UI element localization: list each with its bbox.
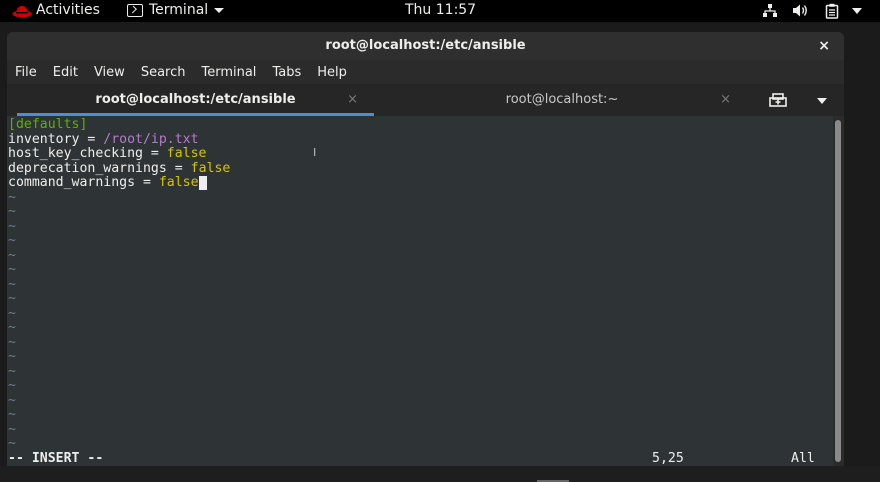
scrollbar[interactable]	[833, 116, 844, 466]
empty-line-marker: ~	[8, 204, 16, 219]
menu-view[interactable]: View	[94, 65, 125, 80]
empty-line-marker: ~	[8, 247, 16, 263]
bottom-panel	[0, 466, 880, 482]
tab-label: root@localhost:~	[505, 92, 619, 107]
empty-line-marker: ~	[8, 291, 16, 306]
menu-bar: File Edit View Search Terminal Tabs Help	[7, 60, 844, 84]
text-cursor-pointer-icon: I	[313, 146, 317, 159]
editor-token: deprecation_warnings =	[8, 160, 191, 176]
clock[interactable]: Thu 11:57	[405, 2, 476, 18]
empty-line-marker: ~	[8, 320, 16, 335]
terminal-window: root@localhost:/etc/ansible × File Edit …	[7, 32, 844, 466]
text-cursor	[198, 176, 207, 190]
editor-token: host_key_checking =	[8, 146, 167, 161]
close-icon[interactable]: ×	[818, 32, 830, 60]
cursor-position: 5,25	[652, 451, 684, 466]
terminal-content[interactable]: I -- INSERT -- 5,25 All [defaults] invent…	[7, 116, 833, 466]
editor-token: /root/ip.txt	[103, 131, 199, 147]
menu-search[interactable]: Search	[141, 65, 186, 80]
editor-token: command_warnings =	[8, 175, 159, 190]
activities-button[interactable]: Activities	[36, 2, 100, 18]
new-tab-icon[interactable]	[769, 93, 787, 107]
tab-root-home[interactable]: root@localhost:~ ×	[377, 84, 747, 116]
network-icon[interactable]	[762, 3, 778, 18]
menu-edit[interactable]: Edit	[53, 65, 78, 80]
editor-token: [defaults]	[8, 117, 88, 132]
menu-file[interactable]: File	[15, 65, 37, 80]
vim-mode-indicator: -- INSERT --	[8, 451, 104, 466]
chevron-down-icon	[214, 7, 225, 13]
editor-line: host_key_checking = false	[8, 146, 207, 162]
empty-line-marker: ~	[8, 334, 16, 350]
window-titlebar[interactable]: root@localhost:/etc/ansible ×	[7, 32, 844, 60]
clipboard-icon[interactable]	[825, 3, 839, 19]
menu-terminal[interactable]: Terminal	[201, 65, 256, 80]
empty-line-marker: ~	[8, 421, 16, 437]
power-menu-icon[interactable]	[852, 8, 862, 14]
editor-token: false	[190, 160, 231, 176]
tab-label: root@localhost:/etc/ansible	[95, 92, 296, 107]
gnome-top-bar: Activities Terminal Thu 11:57	[0, 0, 880, 22]
empty-line-marker: ~	[8, 363, 16, 379]
app-name-label: Terminal	[149, 2, 209, 18]
empty-line-marker: ~	[8, 407, 16, 422]
tab-close-icon[interactable]: ×	[720, 84, 731, 116]
menu-help[interactable]: Help	[317, 65, 347, 80]
empty-line-marker: ~	[8, 276, 16, 292]
redhat-logo-icon[interactable]	[12, 4, 32, 18]
empty-line-marker: ~	[8, 392, 16, 408]
menu-tabs[interactable]: Tabs	[272, 65, 301, 80]
editor-line: [defaults]	[8, 117, 88, 133]
empty-line-marker: ~	[8, 349, 16, 364]
tab-etc-ansible[interactable]: root@localhost:/etc/ansible ×	[17, 84, 374, 116]
editor-line: inventory = /root/ip.txt	[8, 131, 199, 148]
editor-token: inventory =	[8, 131, 104, 147]
empty-line-marker: ~	[8, 305, 16, 321]
empty-line-marker: ~	[8, 262, 16, 277]
tab-bar: root@localhost:/etc/ansible × root@local…	[7, 84, 844, 117]
empty-line-marker: ~	[8, 378, 16, 393]
empty-line-marker: ~	[8, 189, 16, 205]
window-title: root@localhost:/etc/ansible	[325, 38, 526, 53]
editor-line: deprecation_warnings = false	[8, 160, 231, 177]
file-scope-indicator: All	[791, 451, 815, 466]
empty-line-marker: ~	[8, 218, 16, 234]
volume-icon[interactable]	[792, 3, 810, 18]
empty-line-marker: ~	[8, 233, 16, 248]
terminal-app-menu[interactable]: Terminal	[127, 2, 225, 18]
editor-token: false	[166, 146, 207, 161]
empty-line-marker: ~	[8, 436, 16, 451]
editor-line: command_warnings = false	[8, 175, 207, 191]
tab-close-icon[interactable]: ×	[347, 84, 358, 116]
tab-menu-chevron-down-icon[interactable]	[817, 98, 827, 104]
scrollbar-thumb[interactable]	[835, 120, 841, 462]
editor-token: false	[158, 175, 199, 190]
terminal-icon	[127, 3, 143, 17]
